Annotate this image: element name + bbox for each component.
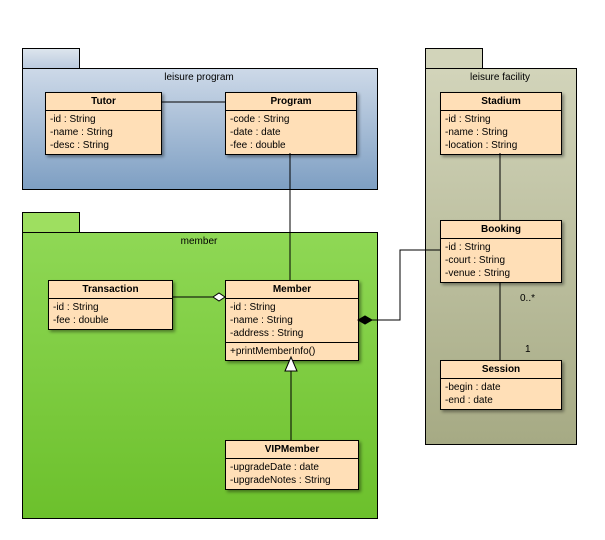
package-label-leisure-program: leisure program (22, 72, 376, 83)
class-title-session: Session (441, 361, 561, 378)
attr: -location : String (445, 139, 557, 152)
class-title-stadium: Stadium (441, 93, 561, 110)
attr: -id : String (50, 113, 157, 126)
class-title-program: Program (226, 93, 356, 110)
class-vipmember: VIPMember -upgradeDate : date -upgradeNo… (225, 440, 359, 490)
attr: -code : String (230, 113, 352, 126)
attr: -desc : String (50, 139, 157, 152)
class-attrs-vipmember: -upgradeDate : date -upgradeNotes : Stri… (226, 458, 358, 489)
class-title-transaction: Transaction (49, 281, 172, 298)
attr: -upgradeNotes : String (230, 474, 354, 487)
class-attrs-booking: -id : String -court : String -venue : St… (441, 238, 561, 282)
class-attrs-member: -id : String -name : String -address : S… (226, 298, 358, 342)
class-title-tutor: Tutor (46, 93, 161, 110)
attr: -id : String (445, 113, 557, 126)
class-attrs-session: -begin : date -end : date (441, 378, 561, 409)
attr: -fee : double (230, 139, 352, 152)
class-booking: Booking -id : String -court : String -ve… (440, 220, 562, 283)
class-title-member: Member (226, 281, 358, 298)
class-session: Session -begin : date -end : date (440, 360, 562, 410)
class-attrs-stadium: -id : String -name : String -location : … (441, 110, 561, 154)
attr: -fee : double (53, 314, 168, 327)
attr: -name : String (230, 314, 354, 327)
class-member: Member -id : String -name : String -addr… (225, 280, 359, 361)
class-ops-member: +printMemberInfo() (226, 342, 358, 360)
class-title-vipmember: VIPMember (226, 441, 358, 458)
op: +printMemberInfo() (230, 345, 354, 358)
class-program: Program -code : String -date : date -fee… (225, 92, 357, 155)
attr: -name : String (445, 126, 557, 139)
class-attrs-program: -code : String -date : date -fee : doubl… (226, 110, 356, 154)
attr: -upgradeDate : date (230, 461, 354, 474)
attr: -begin : date (445, 381, 557, 394)
uml-diagram: { "packages": { "leisure_program": "leis… (0, 0, 605, 540)
attr: -id : String (53, 301, 168, 314)
package-tab-member (22, 212, 80, 233)
package-tab-leisure-facility (425, 48, 483, 69)
class-transaction: Transaction -id : String -fee : double (48, 280, 173, 330)
class-title-booking: Booking (441, 221, 561, 238)
attr: -name : String (50, 126, 157, 139)
attr: -venue : String (445, 267, 557, 280)
attr: -end : date (445, 394, 557, 407)
package-label-leisure-facility: leisure facility (425, 72, 575, 83)
class-attrs-tutor: -id : String -name : String -desc : Stri… (46, 110, 161, 154)
attr: -id : String (445, 241, 557, 254)
package-label-member: member (22, 236, 376, 247)
multiplicity-label: 0..* (520, 293, 535, 304)
class-attrs-transaction: -id : String -fee : double (49, 298, 172, 329)
attr: -address : String (230, 327, 354, 340)
class-stadium: Stadium -id : String -name : String -loc… (440, 92, 562, 155)
class-tutor: Tutor -id : String -name : String -desc … (45, 92, 162, 155)
attr: -court : String (445, 254, 557, 267)
package-tab-leisure-program (22, 48, 80, 69)
attr: -id : String (230, 301, 354, 314)
multiplicity-label: 1 (525, 344, 531, 355)
attr: -date : date (230, 126, 352, 139)
